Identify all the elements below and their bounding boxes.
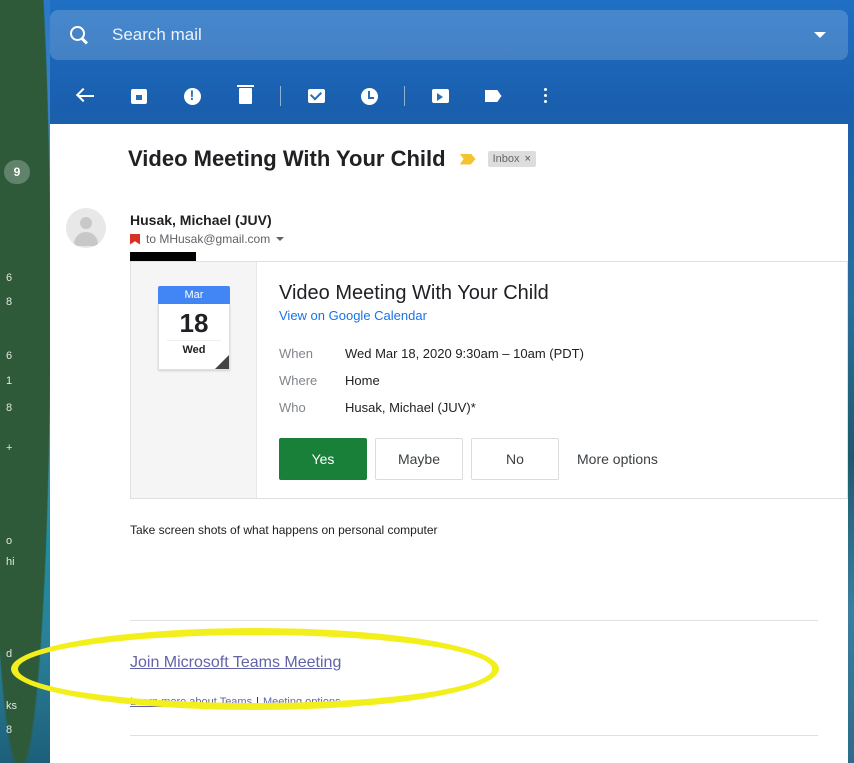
show-details-chevron-icon[interactable]	[276, 237, 285, 241]
unread-count-badge[interactable]: 9	[4, 160, 30, 184]
event-row-label: Where	[279, 373, 318, 388]
more-options-button[interactable]: More options	[577, 451, 658, 467]
left-glyph: 6	[6, 272, 13, 284]
divider	[130, 735, 818, 736]
left-glyph: d	[6, 648, 13, 660]
delete-button[interactable]	[227, 78, 263, 114]
email-body-text: Take screen shots of what happens on per…	[130, 523, 438, 537]
search-options-dropdown-icon[interactable]	[814, 32, 826, 38]
archive-icon	[131, 88, 147, 104]
event-where-row: Where Home	[279, 373, 380, 388]
page-curl-icon	[215, 355, 229, 369]
event-row-label: When	[279, 346, 313, 361]
calendar-weekday: Wed	[167, 340, 221, 359]
calendar-month: Mar	[158, 286, 230, 304]
external-sender-icon	[130, 233, 140, 245]
labels-button[interactable]	[475, 78, 511, 114]
left-glyph: ks	[6, 700, 17, 712]
left-glyph: 8	[6, 402, 13, 414]
subject-row: Video Meeting With Your Child Inbox ×	[128, 146, 536, 172]
more-icon	[544, 88, 548, 104]
back-icon	[78, 95, 94, 97]
search-bar[interactable]	[50, 10, 848, 60]
divider	[130, 620, 818, 621]
view-on-calendar-link[interactable]: View on Google Calendar	[279, 308, 427, 323]
remove-label-icon[interactable]: ×	[525, 153, 531, 165]
event-when-row: When Wed Mar 18, 2020 9:30am – 10am (PDT…	[279, 346, 584, 361]
mark-unread-icon	[307, 89, 325, 103]
event-row-value: Wed Mar 18, 2020 9:30am – 10am (PDT)	[345, 346, 584, 361]
snooze-icon	[360, 87, 378, 105]
left-glyph: 6	[6, 350, 13, 362]
event-row-label: Who	[279, 400, 306, 415]
message-toolbar	[50, 76, 848, 116]
recipient-line: to MHusak@gmail.com	[130, 232, 285, 246]
email-subject: Video Meeting With Your Child	[128, 146, 446, 171]
left-glyph: 1	[6, 375, 13, 387]
rsvp-maybe-button[interactable]: Maybe	[375, 438, 463, 480]
back-button[interactable]	[68, 78, 104, 114]
left-glyph: 8	[6, 296, 13, 308]
event-who-row: Who Husak, Michael (JUV)*	[279, 400, 476, 415]
rsvp-yes-button[interactable]: Yes	[279, 438, 367, 480]
calendar-invite-card: Mar 18 Wed Video Meeting With Your Child…	[130, 261, 848, 499]
rsvp-buttons: Yes Maybe No More options	[279, 438, 658, 480]
delete-icon	[236, 85, 254, 104]
mark-unread-button[interactable]	[298, 78, 334, 114]
calendar-date-icon: Mar 18 Wed	[158, 286, 230, 370]
event-row-value: Home	[345, 373, 380, 388]
recipient-text: to MHusak@gmail.com	[146, 232, 271, 246]
toolbar-divider	[280, 86, 281, 106]
spam-icon	[183, 87, 201, 105]
inbox-label: Inbox	[492, 153, 520, 165]
more-button[interactable]	[528, 78, 564, 114]
rsvp-no-button[interactable]: No	[471, 438, 559, 480]
left-glyph: 8	[6, 724, 13, 736]
event-row-value: Husak, Michael (JUV)*	[345, 400, 476, 415]
snooze-button[interactable]	[351, 78, 387, 114]
report-spam-button[interactable]	[174, 78, 210, 114]
yellow-highlight-annotation	[11, 628, 499, 710]
sender-name: Husak, Michael (JUV)	[130, 212, 272, 228]
label-icon	[484, 90, 502, 102]
archive-button[interactable]	[121, 78, 157, 114]
event-title: Video Meeting With Your Child	[279, 282, 549, 304]
calendar-day: 18	[179, 308, 209, 338]
move-to-button[interactable]	[422, 78, 458, 114]
inbox-label-chip[interactable]: Inbox ×	[487, 151, 536, 167]
move-to-icon	[431, 89, 449, 103]
search-input[interactable]	[112, 25, 814, 45]
importance-marker-icon[interactable]	[459, 153, 476, 165]
toolbar-divider	[404, 86, 405, 106]
sender-avatar	[66, 208, 106, 248]
left-glyph: o	[6, 535, 13, 547]
search-icon[interactable]	[68, 24, 90, 46]
left-glyph: hi	[6, 556, 15, 568]
left-glyph: +	[6, 442, 13, 454]
